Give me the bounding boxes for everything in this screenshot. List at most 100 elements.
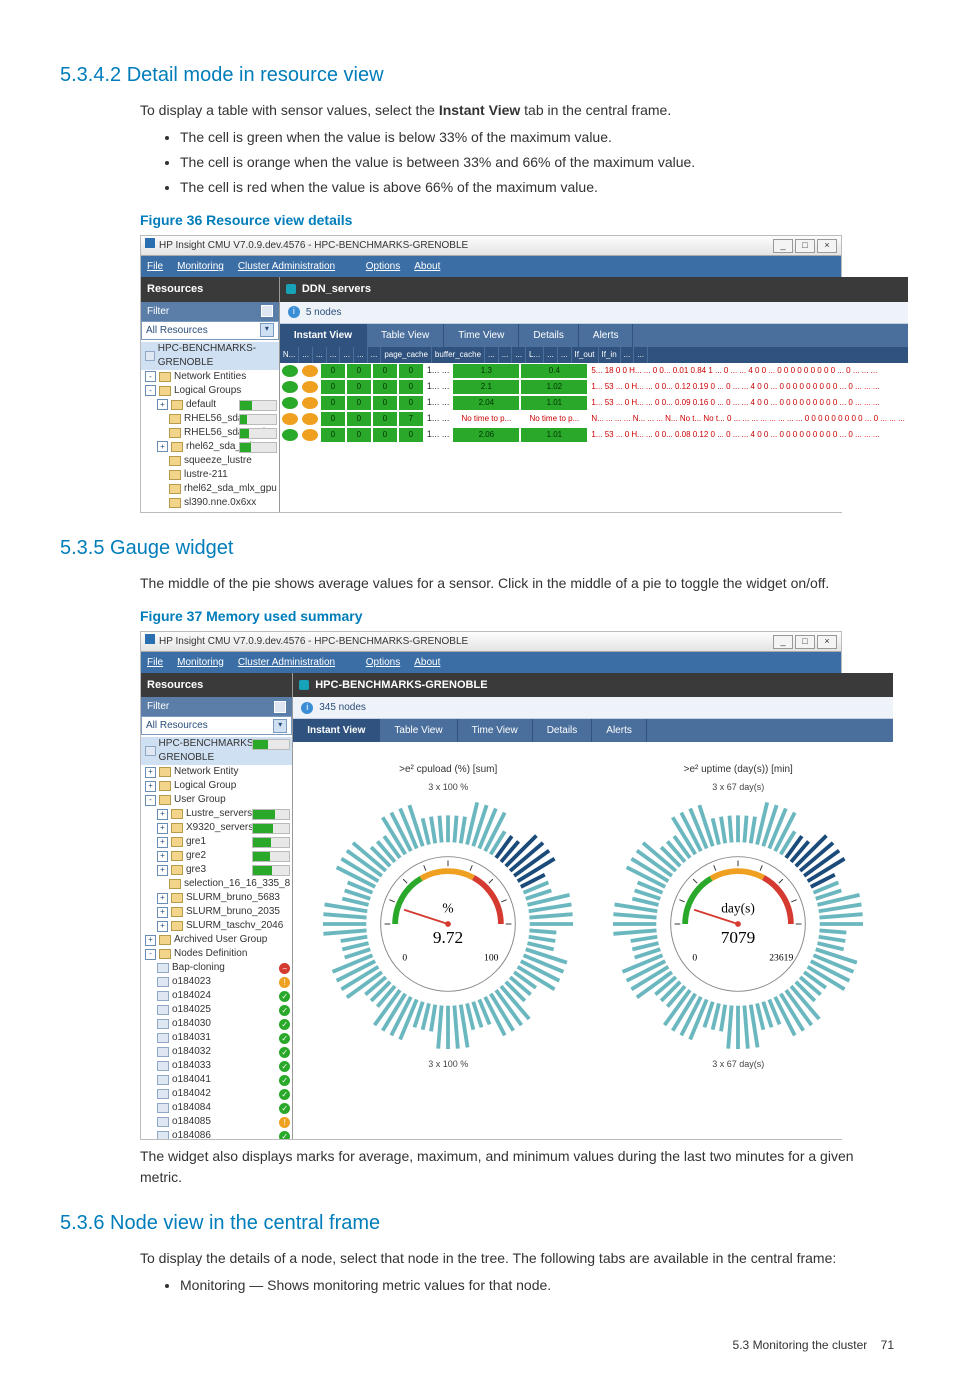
tree-item[interactable]: selection_16_16_335_8 <box>141 877 292 891</box>
tree-item[interactable]: o184041✓ <box>141 1073 292 1087</box>
col-header[interactable]: page_cache <box>381 347 432 363</box>
view-tabs[interactable]: Instant ViewTable ViewTime ViewDetailsAl… <box>280 324 908 347</box>
window-buttons[interactable]: _□× <box>771 634 837 649</box>
tree-item[interactable]: +SLURM_bruno_2035 <box>141 905 292 919</box>
chevron-down-icon[interactable]: ▾ <box>273 719 287 733</box>
expand-icon[interactable]: + <box>157 865 168 876</box>
filter-toggle-icon[interactable] <box>274 701 286 713</box>
tree-item[interactable]: +gre1 <box>141 835 292 849</box>
expand-icon[interactable]: + <box>157 921 168 932</box>
tree-item[interactable]: +Lustre_servers <box>141 807 292 821</box>
tree-item[interactable]: o184033✓ <box>141 1059 292 1073</box>
col-header[interactable]: L... <box>526 347 544 363</box>
view-tabs[interactable]: Instant ViewTable ViewTime ViewDetailsAl… <box>293 719 893 742</box>
chevron-down-icon[interactable]: ▾ <box>260 323 274 337</box>
tab-instant-view[interactable]: Instant View <box>293 719 380 742</box>
tree-item[interactable]: +X9320_servers <box>141 821 292 835</box>
tree-item[interactable]: +Archived User Group <box>141 933 292 947</box>
expand-icon[interactable]: + <box>157 399 168 410</box>
tab-alerts[interactable]: Alerts <box>579 324 634 347</box>
col-header[interactable]: ... <box>354 347 368 363</box>
col-header[interactable]: ... <box>485 347 499 363</box>
tree-item[interactable]: +default <box>141 398 279 412</box>
col-header[interactable]: buffer_cache <box>432 347 485 363</box>
tree-item[interactable]: +SLURM_bruno_5683 <box>141 891 292 905</box>
col-header[interactable]: ... <box>299 347 313 363</box>
resource-tree[interactable]: HPC-BENCHMARKS-GRENOBLE-Network Entities… <box>141 340 279 512</box>
menu-item[interactable]: File <box>147 261 163 272</box>
menu-item[interactable]: About <box>414 657 440 668</box>
expand-icon[interactable]: + <box>157 809 168 820</box>
col-header[interactable]: ... <box>327 347 341 363</box>
gauge-widget[interactable]: >e² uptime (day(s)) [min]3 x 67 day(s)da… <box>613 762 863 1075</box>
tab-table-view[interactable]: Table View <box>367 324 444 347</box>
col-header[interactable]: ... <box>634 347 648 363</box>
tree-item[interactable]: o184032✓ <box>141 1045 292 1059</box>
tree-item[interactable]: Bap-cloning– <box>141 961 292 975</box>
col-header[interactable]: N... <box>280 347 299 363</box>
menu-item[interactable]: File <box>147 657 163 668</box>
col-header[interactable]: If_out <box>572 347 599 363</box>
collapse-icon[interactable]: - <box>145 795 156 806</box>
filter-toggle-icon[interactable] <box>261 305 273 317</box>
tab-instant-view[interactable]: Instant View <box>280 324 367 347</box>
col-header[interactable]: ... <box>340 347 354 363</box>
menubar[interactable]: FileMonitoringCluster Administration Opt… <box>141 256 841 277</box>
expand-icon[interactable]: + <box>145 935 156 946</box>
tree-item[interactable]: o184023! <box>141 975 292 989</box>
expand-icon[interactable]: + <box>157 851 168 862</box>
menu-item[interactable]: Cluster Administration <box>238 657 335 668</box>
tab-table-view[interactable]: Table View <box>380 719 457 742</box>
col-header[interactable]: ... <box>499 347 513 363</box>
tree-item[interactable]: o184086✓ <box>141 1129 292 1139</box>
col-header[interactable]: ... <box>558 347 572 363</box>
filter-row[interactable]: Filter <box>141 697 292 716</box>
expand-icon[interactable]: + <box>157 823 168 834</box>
tree-item[interactable]: rhel62_sda_mlx_gpu <box>141 482 279 496</box>
expand-icon[interactable]: + <box>157 893 168 904</box>
filter-row[interactable]: Filter <box>141 302 279 321</box>
tree-item[interactable]: RHEL56_sda <box>141 412 279 426</box>
tree-item[interactable]: o184042✓ <box>141 1087 292 1101</box>
tree-item[interactable]: -Logical Groups <box>141 384 279 398</box>
expand-icon[interactable]: + <box>145 781 156 792</box>
menu-item[interactable]: About <box>414 261 440 272</box>
resource-combo[interactable]: All Resources▾ <box>141 321 279 340</box>
tree-item[interactable]: o184031✓ <box>141 1031 292 1045</box>
menubar[interactable]: File Monitoring Cluster Administration Opt… <box>141 652 841 673</box>
menu-item[interactable]: Options <box>366 657 400 668</box>
tree-item[interactable]: sl390.nne.0x6xx <box>141 496 279 510</box>
tree-item[interactable]: lustre-211 <box>141 468 279 482</box>
col-header[interactable]: ... <box>313 347 327 363</box>
col-header[interactable]: If_in <box>599 347 621 363</box>
collapse-icon[interactable]: - <box>145 385 156 396</box>
tab-details[interactable]: Details <box>533 719 593 742</box>
tree-item[interactable]: o184030✓ <box>141 1017 292 1031</box>
tree-item[interactable]: RHEL56_sdaa_mlx <box>141 426 279 440</box>
tab-time-view[interactable]: Time View <box>444 324 519 347</box>
tree-item[interactable]: HPC-BENCHMARKS-GRENOBLE <box>141 737 292 765</box>
menu-item[interactable]: Options <box>366 261 400 272</box>
expand-icon[interactable]: + <box>145 767 156 778</box>
resource-tree[interactable]: HPC-BENCHMARKS-GRENOBLE+Network Entity+L… <box>141 735 292 1139</box>
tree-item[interactable]: o184024✓ <box>141 989 292 1003</box>
collapse-icon[interactable]: - <box>145 949 156 960</box>
tree-item[interactable]: +gre2 <box>141 849 292 863</box>
col-header[interactable]: ... <box>368 347 382 363</box>
tree-item[interactable]: -User Group <box>141 793 292 807</box>
window-buttons[interactable]: _□× <box>771 238 837 253</box>
tree-item[interactable]: o184084✓ <box>141 1101 292 1115</box>
menu-item[interactable]: Monitoring <box>177 261 224 272</box>
col-header[interactable]: ... <box>544 347 558 363</box>
tab-time-view[interactable]: Time View <box>458 719 533 742</box>
tree-item[interactable]: +rhel62_sda_mlx <box>141 440 279 454</box>
gauge-widget[interactable]: >e² cpuload (%) [sum]3 x 100 %%9.7201003… <box>323 762 573 1075</box>
tree-item[interactable]: squeeze_lustre <box>141 454 279 468</box>
expand-icon[interactable]: + <box>157 907 168 918</box>
menu-item[interactable]: Monitoring <box>177 657 224 668</box>
gauge-area[interactable]: >e² cpuload (%) [sum]3 x 100 %%9.7201003… <box>293 742 893 1095</box>
tree-item[interactable]: o184085! <box>141 1115 292 1129</box>
tree-item[interactable]: -Nodes Definition <box>141 947 292 961</box>
col-header[interactable]: ... <box>621 347 635 363</box>
tree-item[interactable]: +Logical Group <box>141 779 292 793</box>
